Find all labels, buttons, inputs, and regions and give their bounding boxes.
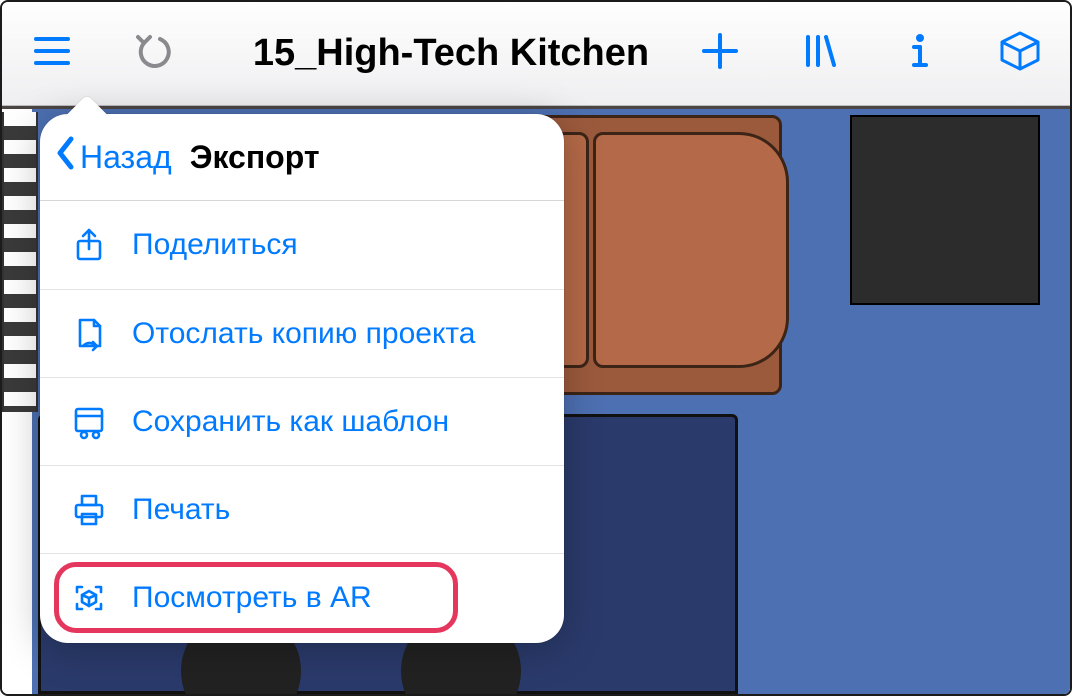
menu-item-share[interactable]: Поделиться [40,201,564,289]
cube-icon [998,29,1042,78]
menu-item-label: Печать [132,493,230,527]
menu-icon [30,29,74,78]
chevron-left-icon [56,136,80,178]
save-template-icon [64,404,114,440]
print-icon [64,492,114,528]
popover-header: Назад Экспорт [40,114,564,201]
info-button[interactable] [870,2,970,105]
menu-item-save-template[interactable]: Сохранить как шаблон [40,377,564,465]
back-label: Назад [80,139,172,176]
menu-item-send-copy[interactable]: Отослать копию проекта [40,289,564,377]
add-button[interactable] [670,2,770,105]
popover-arrow [65,94,109,118]
library-button[interactable] [770,2,870,105]
ar-icon [64,580,114,616]
app-window: 15_High-Tech Kitchen [0,0,1072,696]
menu-item-label: Посмотреть в AR [132,581,372,615]
send-copy-icon [64,316,114,352]
undo-icon [130,29,174,78]
library-icon [798,29,842,78]
menu-item-label: Поделиться [132,228,298,262]
undo-button[interactable] [102,2,202,105]
export-menu: Поделиться Отослать копию проекта Сохран… [40,201,564,641]
view3d-button[interactable] [970,2,1070,105]
menu-item-print[interactable]: Печать [40,465,564,553]
info-icon [898,29,942,78]
export-popover: Назад Экспорт Поделиться Отослать копию … [40,114,564,643]
top-toolbar: 15_High-Tech Kitchen [2,2,1070,106]
menu-item-label: Отослать копию проекта [132,317,476,351]
decor-rails [2,112,38,412]
tv-object [850,115,1040,305]
menu-item-label: Сохранить как шаблон [132,405,449,439]
menu-item-view-ar[interactable]: Посмотреть в AR [40,553,564,641]
popover-title: Экспорт [190,139,540,176]
toolbar-right [670,2,1070,105]
back-button[interactable]: Назад [50,136,178,178]
project-title: 15_High-Tech Kitchen [232,32,670,75]
menu-button[interactable] [2,2,102,105]
plus-icon [698,29,742,78]
share-icon [64,227,114,263]
